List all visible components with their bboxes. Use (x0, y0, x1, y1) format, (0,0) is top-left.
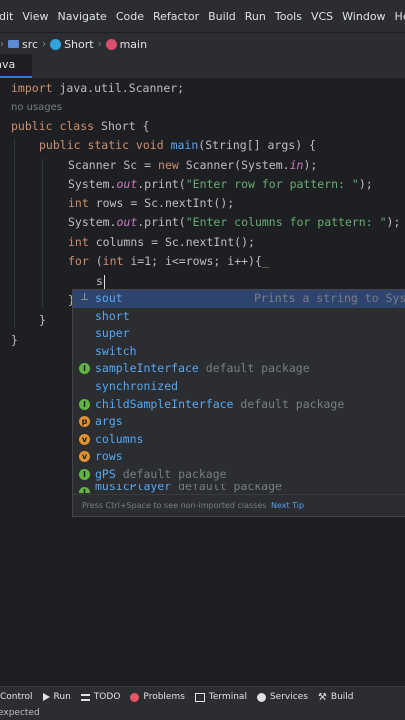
text-caret (103, 274, 105, 289)
completion-item[interactable]: synchronized (73, 378, 405, 396)
editor-tabs: Java (0, 54, 405, 79)
tool-window-bar: Control Run TODO Problems Terminal Servi… (0, 686, 405, 707)
breadcrumb-src[interactable]: src (22, 38, 38, 51)
chevron-right-icon: › (0, 38, 4, 50)
menu-build[interactable]: Build (203, 10, 240, 23)
tool-problems[interactable]: Problems (130, 692, 185, 702)
tool-run[interactable]: Run (42, 692, 71, 702)
completion-footer: Press Ctrl+Space to see non-imported cla… (73, 494, 405, 516)
tab-java-file[interactable]: Java (0, 54, 32, 78)
menu-edit[interactable]: dit (0, 10, 17, 23)
caret-underscore: _ (261, 254, 269, 268)
completion-item[interactable]: switch (73, 343, 405, 361)
code-line-9: int columns = Sc.nextInt(); (68, 235, 255, 249)
code-line-8: System.out.print("Enter columns for patt… (68, 215, 401, 229)
breadcrumb-method[interactable]: main (120, 38, 147, 51)
completion-item[interactable]: ⊥ sout Prints a string to Sys (73, 290, 405, 308)
status-message: expected (0, 708, 40, 718)
next-tip-link[interactable]: Next Tip (271, 501, 304, 510)
code-line-3: public class Short { (11, 119, 150, 133)
breadcrumb: › src › Short › main (0, 32, 405, 55)
code-line-4: public static void main(String[] args) { (39, 138, 316, 152)
breadcrumb-class[interactable]: Short (64, 38, 94, 51)
hammer-icon: ⚒ (317, 691, 327, 703)
completion-item[interactable]: p args (73, 413, 405, 431)
tool-terminal[interactable]: Terminal (194, 692, 247, 702)
code-line-1: import java.util.Scanner; (11, 81, 185, 95)
menu-help[interactable]: Help (390, 10, 405, 23)
variable-icon: v (79, 451, 90, 463)
completion-item[interactable]: super (73, 325, 405, 343)
code-line-7: int rows = Sc.nextInt(); (68, 196, 235, 210)
tool-build[interactable]: ⚒ Build (318, 692, 354, 702)
tool-todo[interactable]: TODO (80, 692, 120, 702)
interface-icon: I (79, 363, 90, 375)
services-icon (256, 692, 266, 702)
interface-icon: I (79, 468, 90, 480)
menu-bar: dit View Navigate Code Refactor Build Ru… (0, 0, 405, 32)
menu-code[interactable]: Code (111, 10, 148, 23)
menu-vcs[interactable]: VCS (306, 10, 337, 23)
variable-icon: v (79, 433, 90, 445)
indent-guide (14, 138, 15, 328)
indent-guide (42, 158, 43, 308)
chevron-right-icon: › (42, 38, 47, 50)
menu-run[interactable]: Run (240, 10, 270, 23)
completion-item[interactable]: v rows (73, 448, 405, 466)
completion-item[interactable]: I gPS default package (73, 466, 405, 484)
code-completion-popup[interactable]: ⊥ sout Prints a string to Sys short supe… (72, 289, 405, 517)
interface-icon: I (79, 398, 90, 410)
class-icon (50, 38, 62, 50)
status-bar: expected (0, 706, 405, 720)
menu-view[interactable]: View (17, 10, 52, 23)
tool-version-control[interactable]: Control (0, 692, 33, 702)
menu-tools[interactable]: Tools (270, 10, 306, 23)
completion-item[interactable]: short (73, 308, 405, 326)
completion-item[interactable]: I musicPlayer default package (73, 484, 405, 493)
tool-services[interactable]: Services (256, 692, 308, 702)
folder-icon (8, 40, 19, 48)
method-icon (105, 38, 117, 50)
menu-window[interactable]: Window (337, 10, 389, 23)
menu-refactor[interactable]: Refactor (148, 10, 203, 23)
code-line-10: for (int i=1; i<=rows; i++){_ (68, 254, 269, 268)
list-icon (80, 693, 90, 701)
usages-hint[interactable]: no usages (11, 98, 62, 117)
completion-item[interactable]: I sampleInterface default package (73, 360, 405, 378)
completion-item[interactable]: v columns (73, 431, 405, 449)
completion-item[interactable]: I childSampleInterface default package (73, 396, 405, 414)
terminal-icon (194, 692, 205, 702)
parameter-icon: p (79, 416, 90, 428)
live-template-icon: ⊥ (79, 292, 90, 303)
menu-navigate[interactable]: Navigate (52, 10, 110, 23)
play-icon (42, 693, 50, 701)
code-line-14: } (11, 333, 18, 347)
chevron-right-icon: › (97, 38, 102, 50)
interface-icon: I (79, 486, 90, 493)
code-line-13: } (39, 313, 46, 327)
code-line-6: System.out.print("Enter row for pattern:… (68, 177, 373, 191)
error-icon (130, 692, 140, 702)
code-line-5: Scanner Sc = new Scanner(System.in); (68, 158, 318, 172)
